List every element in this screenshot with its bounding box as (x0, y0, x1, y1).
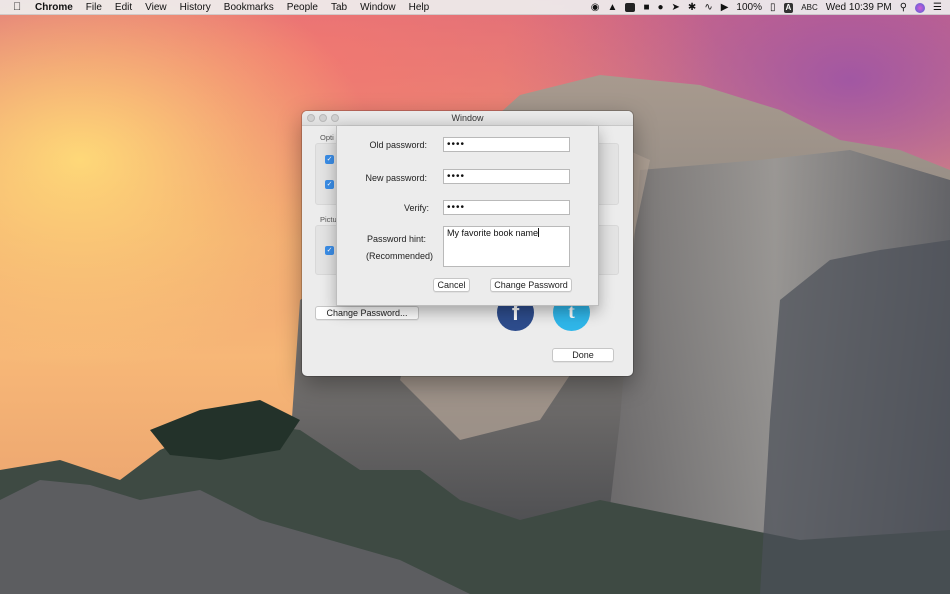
change-password-sheet: Old password: •••• New password: •••• Ve… (336, 126, 599, 306)
new-password-field[interactable]: •••• (443, 169, 570, 184)
option-checkbox-1[interactable]: ✓ (325, 155, 334, 164)
status-tray: ◉ ▲ ■ ● ➤ ✱ ∿ ▶ 100% ▯ A ABC Wed 10:39 P… (591, 0, 942, 15)
notification-center-icon[interactable]: ☰ (933, 0, 942, 15)
option-checkbox-2[interactable]: ✓ (325, 180, 334, 189)
recommended-label: (Recommended) (365, 251, 433, 261)
menu-help[interactable]: Help (409, 2, 430, 13)
drop-icon[interactable]: ● (657, 0, 663, 15)
verify-label: Verify: (403, 203, 429, 213)
password-hint-label: Password hint: (366, 234, 426, 244)
pictures-group-label: Pictu (320, 215, 337, 224)
cone-icon[interactable]: ▲ (608, 0, 618, 15)
menu-view[interactable]: View (145, 2, 167, 13)
battery-icon[interactable]: ▯ (770, 0, 776, 15)
volume-icon[interactable]: ▶ (721, 0, 729, 15)
close-window-button[interactable] (307, 114, 315, 122)
picture-checkbox[interactable]: ✓ (325, 246, 334, 255)
text-caret (538, 228, 540, 237)
battery-percent[interactable]: 100% (736, 0, 762, 15)
verify-password-field[interactable]: •••• (443, 200, 570, 215)
spotlight-search-icon[interactable]: ⚲ (900, 0, 907, 15)
bluetooth-icon[interactable]: ✱ (688, 0, 696, 15)
password-hint-textarea[interactable]: My favorite book name (443, 226, 570, 267)
menu-tab[interactable]: Tab (331, 2, 347, 13)
change-password-button[interactable]: Change Password... (315, 306, 419, 320)
send-icon[interactable]: ➤ (672, 0, 680, 15)
done-button[interactable]: Done (552, 348, 614, 362)
zoom-window-button[interactable] (331, 114, 339, 122)
password-hint-text: My favorite book name (447, 228, 539, 238)
old-password-field[interactable]: •••• (443, 137, 570, 152)
menu-bar:  Chrome File Edit View History Bookmark… (0, 0, 950, 15)
printer-icon[interactable]: ■ (643, 0, 649, 15)
old-password-label: Old password: (369, 140, 427, 150)
new-password-label: New password: (365, 173, 427, 183)
options-group-label: Opti (320, 133, 334, 142)
apple-menu-icon[interactable]:  (13, 1, 25, 13)
traffic-lights (307, 114, 339, 122)
stack-icon[interactable] (625, 3, 636, 12)
menu-people[interactable]: People (287, 2, 318, 13)
confirm-change-password-button[interactable]: Change Password (490, 278, 572, 292)
menu-history[interactable]: History (180, 2, 211, 13)
menu-edit[interactable]: Edit (115, 2, 132, 13)
wifi-icon[interactable]: ∿ (704, 0, 712, 15)
clock[interactable]: Wed 10:39 PM (826, 0, 892, 15)
menu-window[interactable]: Window (360, 2, 396, 13)
ghost-icon[interactable]: ◉ (591, 0, 600, 15)
input-source-label[interactable]: ABC (801, 0, 817, 15)
menu-bookmarks[interactable]: Bookmarks (224, 2, 274, 13)
menu-app-chrome[interactable]: Chrome (35, 2, 73, 13)
input-source-icon[interactable]: A (783, 2, 794, 13)
cancel-button[interactable]: Cancel (433, 278, 470, 292)
window-titlebar: Window (302, 111, 633, 126)
siri-icon[interactable] (915, 2, 926, 13)
window-title: Window (451, 113, 484, 123)
menu-file[interactable]: File (86, 2, 102, 13)
minimize-window-button[interactable] (319, 114, 327, 122)
